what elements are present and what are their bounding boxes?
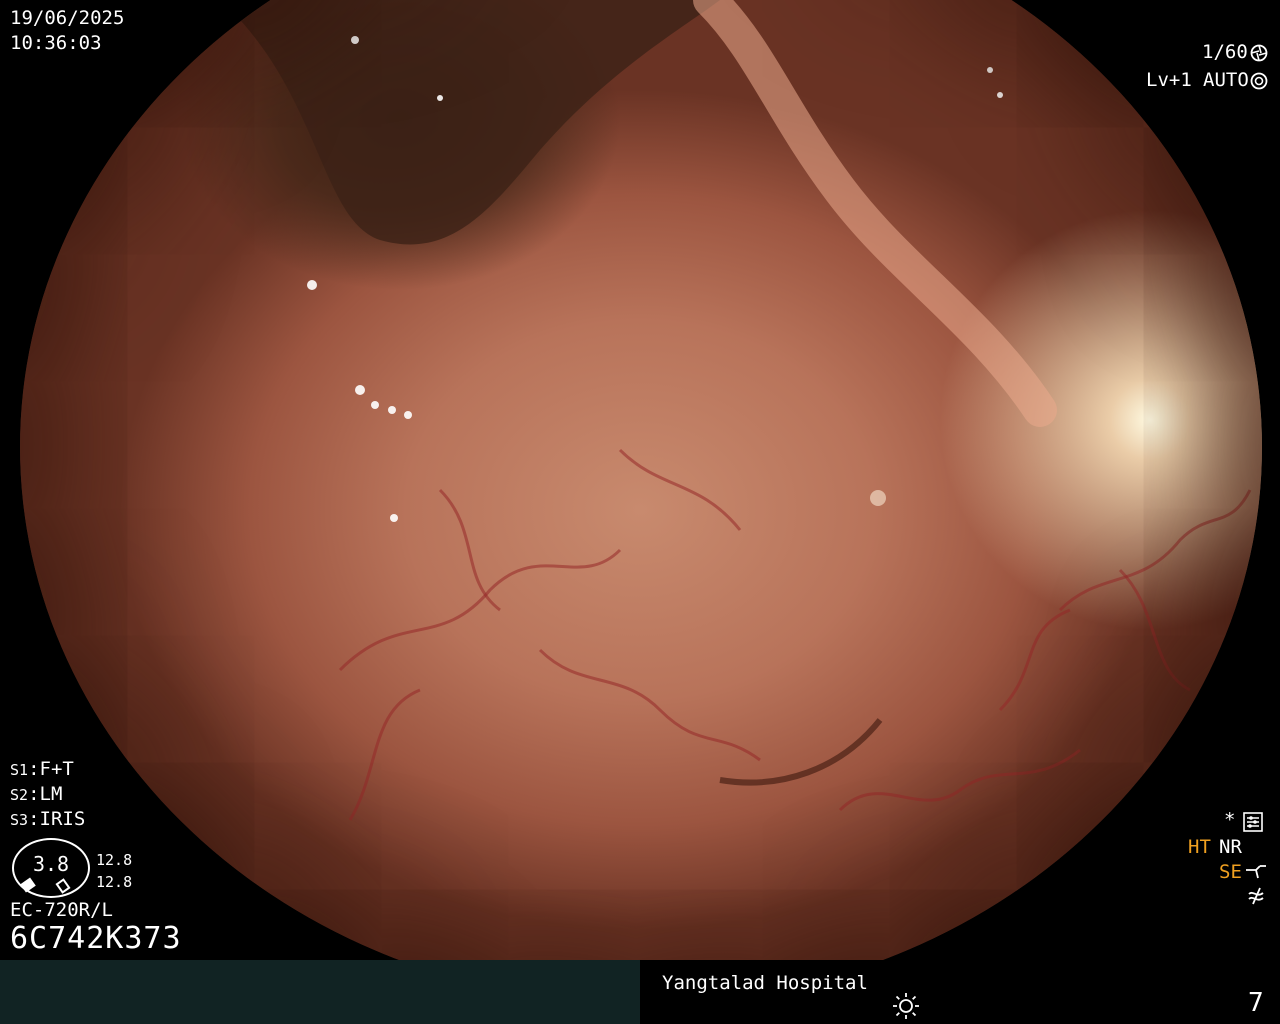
- s3-setting: S3:IRIS: [10, 808, 86, 830]
- s3-value: IRIS: [39, 808, 86, 830]
- s1-setting: S1:F+T: [10, 758, 74, 780]
- scope-model: EC-720R/L: [10, 899, 113, 921]
- ht-indicator: HT: [1188, 836, 1211, 858]
- lumen-shadow: [220, 0, 720, 245]
- enhance-icon: [1246, 865, 1266, 879]
- iris-mode-text: AUTO: [1203, 69, 1249, 91]
- time-text: 10:36:03: [10, 32, 102, 54]
- s2-value: LM: [39, 783, 63, 805]
- s1-label: S1: [10, 761, 29, 779]
- iris-icon: [1250, 72, 1268, 90]
- star-indicator: *: [1224, 809, 1236, 831]
- aperture-icon: [1250, 44, 1268, 62]
- brightness-icon: [893, 993, 919, 1019]
- bottom-info-bar-left: [0, 960, 640, 1024]
- nr-indicator: NR: [1219, 836, 1242, 858]
- scope-lower-value: 12.8: [96, 873, 133, 891]
- s3-label: S3: [10, 811, 29, 829]
- mucosa-illustration: [220, 0, 1252, 821]
- mucosal-fold: [693, 0, 1057, 427]
- endoscope-view: [20, 0, 1262, 1004]
- vessel-network: [338, 448, 1252, 821]
- level-text: Lv+1: [1146, 69, 1192, 91]
- se-indicator: SE: [1219, 861, 1242, 883]
- s1-value: F+T: [39, 758, 74, 780]
- freeze-icon: [1248, 887, 1264, 905]
- scope-serial: 6C742K373: [10, 921, 182, 956]
- image-number: 7: [1248, 988, 1264, 1018]
- fold-crease: [719, 718, 883, 786]
- settings-icon: [1243, 812, 1263, 832]
- scope-indicator-value: 3.8: [32, 852, 70, 876]
- date-text: 19/06/2025: [10, 7, 125, 29]
- shutter-text: 1/60: [1202, 41, 1248, 63]
- hospital-name: Yangtalad Hospital: [662, 972, 868, 994]
- specular-highlights: [307, 36, 1201, 765]
- s2-setting: S2:LM: [10, 783, 63, 805]
- s2-label: S2: [10, 786, 29, 804]
